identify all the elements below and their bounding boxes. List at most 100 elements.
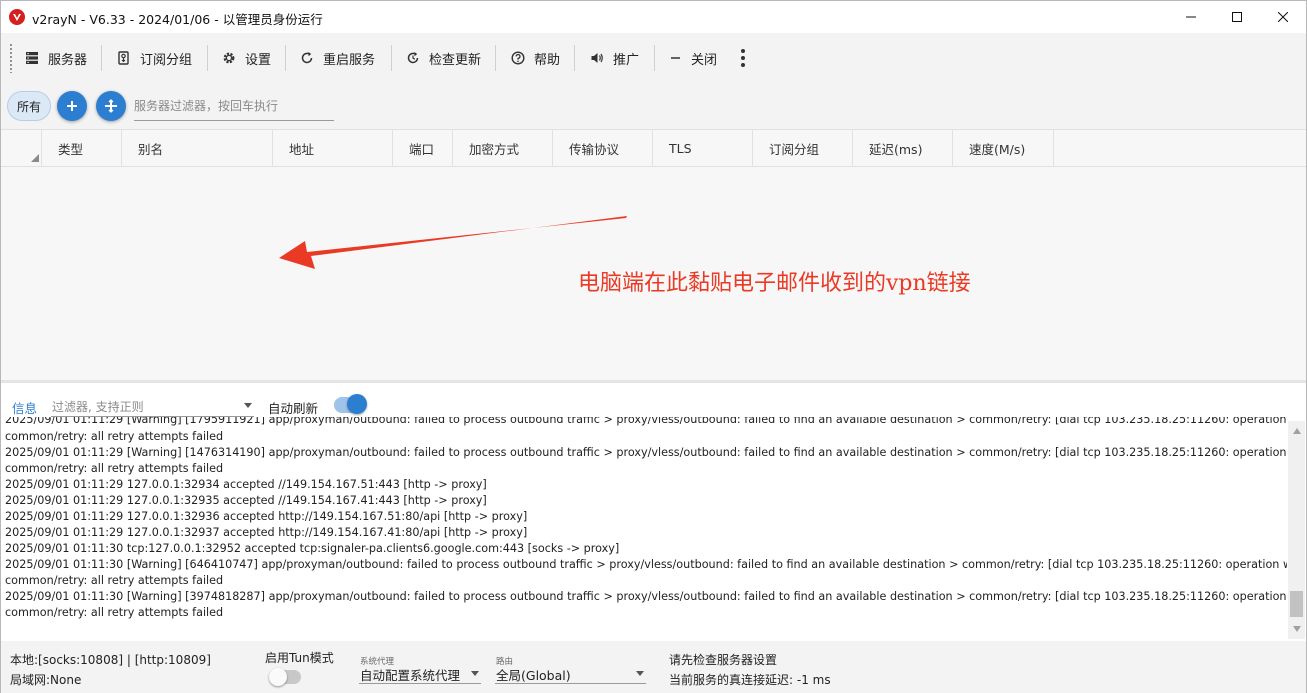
column-header[interactable]: 别名 <box>122 130 273 167</box>
toolbar-divider <box>207 45 208 71</box>
auto-refresh-label: 自动刷新 <box>268 401 319 416</box>
toolbar-divider <box>391 45 392 71</box>
arrow-up-icon <box>1292 428 1301 434</box>
settings-button[interactable]: 设置 <box>222 33 271 83</box>
close-button[interactable]: 关闭 <box>670 33 717 83</box>
scroll-up-button[interactable] <box>1288 423 1305 439</box>
local-ports-text: 本地:[socks:10808] | [http:10809] <box>10 653 211 667</box>
app-window: v2rayN - V6.33 - 2024/01/06 - 以管理员身份运行 服… <box>0 0 1307 693</box>
column-header[interactable]: 延迟(ms) <box>853 130 953 167</box>
column-header[interactable]: 订阅分组 <box>753 130 853 167</box>
servers-label: 服务器 <box>48 52 88 68</box>
auto-refresh-toggle[interactable] <box>334 394 367 414</box>
tun-mode-toggle[interactable] <box>269 668 301 686</box>
restart-service-label: 重启服务 <box>323 52 376 68</box>
log-toolbar: 信息 过滤器, 支持正则 自动刷新 <box>1 383 1306 417</box>
server-filter-bar: 所有 <box>1 83 1306 129</box>
promote-button[interactable]: 推广 <box>590 33 639 83</box>
check-server-text: 请先检查服务器设置 <box>669 653 778 667</box>
close-window-button[interactable] <box>1260 1 1306 33</box>
log-line: 2025/09/01 01:11:30 tcp:127.0.0.1:32952 … <box>5 542 620 555</box>
chevron-down-icon <box>636 671 644 676</box>
subscription-group-label: 订阅分组 <box>140 52 193 68</box>
subscription-icon <box>118 51 129 65</box>
log-line: 2025/09/01 01:11:30 [Warning] [646410747… <box>5 558 1287 571</box>
title-bar: v2rayN - V6.33 - 2024/01/06 - 以管理员身份运行 <box>1 1 1306 33</box>
chevron-down-icon <box>244 403 252 408</box>
move-plus-icon <box>105 99 117 113</box>
latency-text: 当前服务的真连接延迟: -1 ms <box>669 673 831 687</box>
log-line: 2025/09/01 01:11:29 127.0.0.1:32934 acce… <box>5 478 487 491</box>
annotation-text: 电脑端在此黏贴电子邮件收到的vpn链接 <box>578 271 971 296</box>
system-proxy-select[interactable]: 自动配置系统代理 <box>359 662 481 684</box>
log-output[interactable]: 2025/09/01 01:11:29 [Warning] [179591192… <box>1 417 1287 639</box>
select-all-corner[interactable] <box>1 130 42 167</box>
red-arrow-annotation-icon <box>279 216 627 269</box>
main-toolbar: 服务器 订阅分组 设置 重启服务 检查更新 帮助 推广 关闭 <box>1 33 1306 83</box>
routing-value: 全局(Global) <box>496 668 571 683</box>
help-label: 帮助 <box>534 52 561 68</box>
chevron-down-icon <box>471 671 479 676</box>
toolbar-divider <box>574 45 575 71</box>
minimize-button[interactable] <box>1168 1 1214 33</box>
gear-icon <box>223 52 235 64</box>
update-icon <box>407 52 419 64</box>
help-button[interactable]: 帮助 <box>511 33 560 83</box>
check-update-label: 检查更新 <box>429 52 482 68</box>
log-line: 2025/09/01 01:11:29 [Warning] [179591192… <box>5 417 1287 426</box>
window-title: v2rayN - V6.33 - 2024/01/06 - 以管理员身份运行 <box>32 12 323 27</box>
tun-mode-label: 启用Tun模式 <box>265 651 334 665</box>
log-line: 2025/09/01 01:11:29 [Warning] [147631419… <box>5 446 1287 459</box>
server-filter-input[interactable] <box>134 91 334 121</box>
maximize-button[interactable] <box>1214 1 1260 33</box>
toolbar-grip[interactable] <box>10 43 12 73</box>
log-scrollbar[interactable] <box>1288 421 1305 639</box>
server-grid-header: 类型 别名 地址 端口 加密方式 传输协议 TLS 订阅分组 延迟(ms) 速度… <box>1 129 1306 167</box>
subscription-group-button[interactable]: 订阅分组 <box>117 33 192 83</box>
speaker-icon <box>591 53 603 63</box>
log-line: common/retry: all retry attempts failed <box>5 462 224 475</box>
status-bar: 本地:[socks:10808] | [http:10809] 局域网:None… <box>1 641 1306 693</box>
column-header[interactable]: 传输协议 <box>553 130 653 167</box>
toolbar-divider <box>285 45 286 71</box>
scroll-thumb[interactable] <box>1290 591 1303 617</box>
more-options-icon[interactable] <box>741 49 745 67</box>
help-icon <box>511 51 525 65</box>
log-line: common/retry: all retry attempts failed <box>5 574 224 587</box>
lan-text: 局域网:None <box>10 673 82 687</box>
server-icon <box>26 52 38 64</box>
add-server-button[interactable] <box>57 91 87 121</box>
column-header[interactable]: TLS <box>653 130 753 167</box>
log-filter-combo[interactable]: 过滤器, 支持正则 <box>51 395 254 417</box>
column-header[interactable]: 端口 <box>393 130 453 167</box>
settings-label: 设置 <box>245 52 272 68</box>
log-line: 2025/09/01 01:11:29 127.0.0.1:32935 acce… <box>5 494 487 507</box>
column-header[interactable]: 速度(M/s) <box>953 130 1054 167</box>
v2rayn-logo-icon <box>9 9 25 25</box>
column-header[interactable]: 加密方式 <box>453 130 553 167</box>
maximize-icon <box>1232 12 1242 22</box>
arrow-down-icon <box>1292 626 1301 632</box>
column-header[interactable]: 地址 <box>273 130 393 167</box>
refresh-icon <box>301 52 313 64</box>
scroll-down-button[interactable] <box>1288 621 1305 637</box>
minimize-icon <box>1186 16 1196 18</box>
restart-service-button[interactable]: 重启服务 <box>300 33 375 83</box>
toolbar-divider <box>654 45 655 71</box>
toolbar-divider <box>495 45 496 71</box>
system-proxy-value: 自动配置系统代理 <box>360 668 461 683</box>
log-line: common/retry: all retry attempts failed <box>5 430 224 443</box>
close-label: 关闭 <box>691 52 718 68</box>
log-line: common/retry: all retry attempts failed <box>5 606 224 619</box>
column-header[interactable]: 类型 <box>42 130 122 167</box>
log-tab-label[interactable]: 信息 <box>12 398 37 417</box>
promote-label: 推广 <box>613 52 640 68</box>
check-update-button[interactable]: 检查更新 <box>406 33 481 83</box>
log-line: 2025/09/01 01:11:30 [Warning] [397481828… <box>5 590 1287 603</box>
toolbar-divider <box>101 45 102 71</box>
all-servers-chip[interactable]: 所有 <box>7 91 51 121</box>
routing-select[interactable]: 全局(Global) <box>495 662 646 684</box>
servers-menu-button[interactable]: 服务器 <box>25 33 87 83</box>
plus-icon <box>67 101 77 111</box>
add-subscription-server-button[interactable] <box>96 91 126 121</box>
